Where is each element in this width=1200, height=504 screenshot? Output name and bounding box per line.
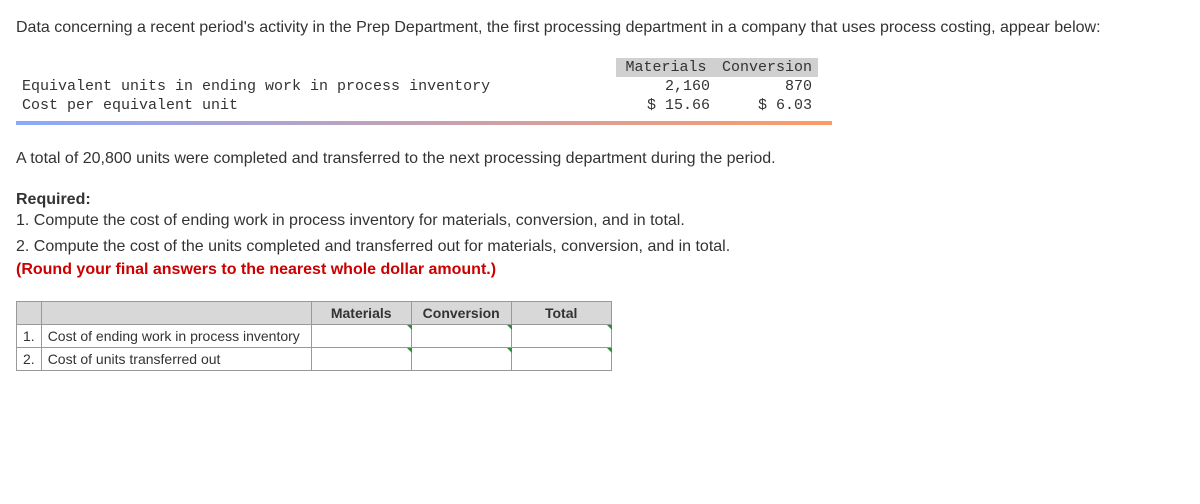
row-label: Cost per equivalent unit — [16, 96, 616, 115]
middle-paragraph: A total of 20,800 units were completed a… — [16, 147, 1184, 171]
input-marker-icon — [607, 325, 612, 330]
input-marker-icon — [607, 348, 612, 353]
row-conversion-value: $ 6.03 — [716, 96, 818, 115]
row-number: 2. — [17, 348, 42, 371]
materials-header: Materials — [311, 302, 411, 325]
requirement-2: 2. Compute the cost of the units complet… — [16, 235, 1184, 259]
conversion-header: Conversion — [411, 302, 511, 325]
conversion-header: Conversion — [716, 58, 818, 77]
answer-input-table: Materials Conversion Total 1. Cost of en… — [16, 301, 612, 371]
table-row: Materials Conversion Total — [17, 302, 612, 325]
blank-header — [17, 302, 42, 325]
total-input-cell[interactable] — [511, 348, 611, 371]
materials-input-cell[interactable] — [311, 348, 411, 371]
total-header: Total — [511, 302, 611, 325]
table-row: Equivalent units in ending work in proce… — [16, 77, 818, 96]
given-data-table: Materials Conversion Equivalent units in… — [16, 58, 818, 115]
materials-header: Materials — [616, 58, 716, 77]
intro-paragraph: Data concerning a recent period's activi… — [16, 16, 1184, 40]
table-row: Cost per equivalent unit $ 15.66 $ 6.03 — [16, 96, 818, 115]
total-input-cell[interactable] — [511, 325, 611, 348]
row-materials-value: $ 15.66 — [616, 96, 716, 115]
table-row: Materials Conversion — [16, 58, 818, 77]
row-materials-value: 2,160 — [616, 77, 716, 96]
required-heading: Required: — [16, 191, 1184, 209]
table-row: 2. Cost of units transferred out — [17, 348, 612, 371]
row-label: Cost of units transferred out — [41, 348, 311, 371]
scroll-indicator-bar — [16, 121, 832, 125]
requirement-1: 1. Compute the cost of ending work in pr… — [16, 209, 1184, 233]
conversion-input-cell[interactable] — [411, 348, 511, 371]
blank-header — [41, 302, 311, 325]
row-label: Equivalent units in ending work in proce… — [16, 77, 616, 96]
blank-header — [16, 58, 616, 77]
conversion-input-cell[interactable] — [411, 325, 511, 348]
materials-input-cell[interactable] — [311, 325, 411, 348]
row-number: 1. — [17, 325, 42, 348]
row-conversion-value: 870 — [716, 77, 818, 96]
rounding-note: (Round your final answers to the nearest… — [16, 261, 1184, 279]
row-label: Cost of ending work in process inventory — [41, 325, 311, 348]
table-row: 1. Cost of ending work in process invent… — [17, 325, 612, 348]
